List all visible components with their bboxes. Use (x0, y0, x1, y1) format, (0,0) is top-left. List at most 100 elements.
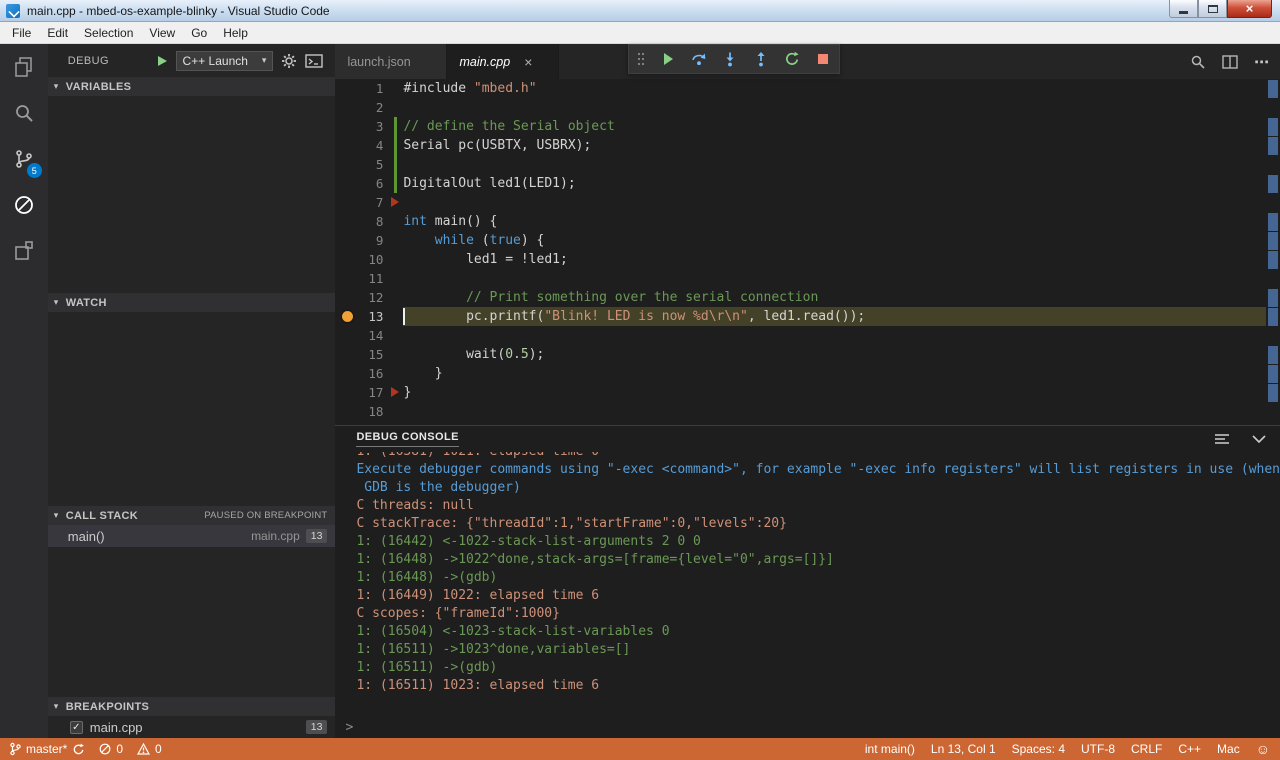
line-number: 11 (335, 269, 383, 288)
console-output[interactable]: 1: (16381) 1021: elapsed time 0Execute d… (335, 452, 1280, 716)
code-line[interactable]: 8int main() { (335, 212, 1266, 231)
gutter-diff-deleted-icon (391, 387, 399, 397)
minimize-button[interactable] (1169, 0, 1198, 18)
overview-ruler[interactable] (1268, 79, 1278, 425)
variables-section-header[interactable]: ▾ VARIABLES (48, 77, 336, 96)
breakpoints-section-header[interactable]: ▾ BREAKPOINTS (48, 697, 336, 716)
restart-button[interactable] (784, 51, 800, 67)
code-token: while (435, 233, 474, 248)
toolbar-grip-icon[interactable] (637, 51, 645, 67)
activity-bar: 5 (0, 44, 48, 738)
code-line[interactable]: 4Serial pc(USBTX, USBRX); (335, 136, 1266, 155)
code-line[interactable]: 14 (335, 326, 1266, 345)
error-count[interactable]: 0 (99, 742, 123, 756)
code-line[interactable]: 17} (335, 383, 1266, 402)
keymap-indicator[interactable]: Mac (1217, 742, 1240, 756)
activitybar-search[interactable] (0, 90, 48, 136)
overview-ruler-mark (1268, 365, 1278, 383)
code-line[interactable]: 13 pc.printf("Blink! LED is now %d\r\n",… (335, 307, 1266, 326)
code-line[interactable]: 15 wait(0.5); (335, 345, 1266, 364)
close-tab-icon[interactable]: × (524, 54, 532, 70)
code-line[interactable]: 7 (335, 193, 1266, 212)
breakpoint-file: main.cpp (90, 720, 143, 735)
menu-go[interactable]: Go (183, 23, 215, 43)
step-out-button[interactable] (753, 51, 769, 67)
code-line[interactable]: 6DigitalOut led1(LED1); (335, 174, 1266, 193)
current-symbol[interactable]: int main() (865, 742, 915, 756)
console-line: GDB is the debugger) (356, 479, 1280, 497)
code-text: while (true) { (403, 231, 544, 250)
git-branch-status[interactable]: master* (10, 742, 85, 756)
menu-file[interactable]: File (4, 23, 39, 43)
overview-ruler-mark (1268, 213, 1278, 231)
clear-console-button[interactable] (1214, 433, 1230, 445)
code-token: true (490, 233, 521, 248)
stack-frame-row[interactable]: main() main.cpp 13 (48, 525, 336, 547)
error-icon (99, 743, 111, 755)
menu-selection[interactable]: Selection (76, 23, 141, 43)
code-line[interactable]: 18 (335, 402, 1266, 421)
code-token (403, 233, 434, 248)
code-line[interactable]: 2 (335, 98, 1266, 117)
console-input-row[interactable]: > (335, 716, 1280, 738)
indentation-setting[interactable]: Spaces: 4 (1012, 742, 1065, 756)
code-line[interactable]: 11 (335, 269, 1266, 288)
cursor-position[interactable]: Ln 13, Col 1 (931, 742, 996, 756)
code-text: pc.printf("Blink! LED is now %d\r\n", le… (403, 307, 865, 326)
activitybar-explorer[interactable] (0, 44, 48, 90)
panel-title-debug-console[interactable]: DEBUG CONSOLE (356, 431, 458, 447)
breakpoint-row[interactable]: ✓ main.cpp 13 (48, 716, 336, 738)
code-line[interactable]: 10 led1 = !led1; (335, 250, 1266, 269)
code-line[interactable]: 9 while (true) { (335, 231, 1266, 250)
menu-help[interactable]: Help (215, 23, 256, 43)
maximize-button[interactable] (1198, 0, 1227, 18)
activitybar-debug[interactable] (0, 182, 48, 228)
code-line[interactable]: 3// define the Serial object (335, 117, 1266, 136)
code-token: main() { (435, 214, 498, 229)
tab-main-cpp[interactable]: main.cpp × (447, 44, 559, 79)
stop-button[interactable] (815, 51, 831, 67)
gear-icon (281, 53, 297, 69)
code-text: } (403, 383, 411, 402)
configure-gear-button[interactable] (281, 53, 297, 69)
code-line[interactable]: 5 (335, 155, 1266, 174)
menu-view[interactable]: View (141, 23, 183, 43)
warning-count[interactable]: 0 (137, 742, 162, 756)
console-line: 1: (16448) ->1022^done,stack-args=[frame… (356, 551, 1280, 569)
line-number: 13 (335, 307, 383, 326)
collapse-panel-button[interactable] (1252, 435, 1266, 443)
activitybar-source-control[interactable]: 5 (0, 136, 48, 182)
code-editor[interactable]: 1#include "mbed.h"23// define the Serial… (335, 79, 1280, 425)
line-number: 17 (335, 383, 383, 402)
code-line[interactable]: 12 // Print something over the serial co… (335, 288, 1266, 307)
debug-view-header: DEBUG C++ Launch ▾ (48, 44, 336, 77)
code-line[interactable]: 16 } (335, 364, 1266, 383)
code-token: "Blink! LED is now %d\r\n" (544, 309, 748, 324)
more-actions-icon[interactable]: ⋯ (1254, 53, 1270, 71)
callstack-section-header[interactable]: ▾ CALL STACK PAUSED ON BREAKPOINT (48, 506, 336, 525)
open-debug-console-button[interactable] (305, 54, 323, 68)
step-into-button[interactable] (722, 51, 738, 67)
code-line[interactable]: 1#include "mbed.h" (335, 79, 1266, 98)
launch-configuration-dropdown[interactable]: C++ Launch ▾ (176, 51, 274, 71)
close-window-button[interactable]: × (1227, 0, 1272, 18)
language-mode[interactable]: C++ (1178, 742, 1201, 756)
start-debug-button[interactable] (156, 55, 168, 67)
line-number: 14 (335, 326, 383, 345)
step-over-button[interactable] (691, 51, 707, 67)
breakpoint-checkbox[interactable]: ✓ (70, 721, 83, 734)
file-encoding[interactable]: UTF-8 (1081, 742, 1115, 756)
search-editor-action[interactable] (1190, 54, 1206, 70)
code-token (403, 290, 466, 305)
continue-button[interactable] (660, 51, 676, 67)
eol-setting[interactable]: CRLF (1131, 742, 1162, 756)
console-line: 1: (16442) <-1022-stack-list-arguments 2… (356, 533, 1280, 551)
activitybar-extensions[interactable] (0, 228, 48, 274)
menu-edit[interactable]: Edit (39, 23, 76, 43)
code-token: ) { (521, 233, 544, 248)
step-over-icon (691, 51, 707, 67)
feedback-smiley-icon[interactable]: ☺ (1256, 741, 1270, 757)
watch-section-header[interactable]: ▾ WATCH (48, 293, 336, 312)
split-editor-button[interactable] (1222, 55, 1238, 69)
tab-launch-json[interactable]: launch.json (335, 44, 447, 79)
